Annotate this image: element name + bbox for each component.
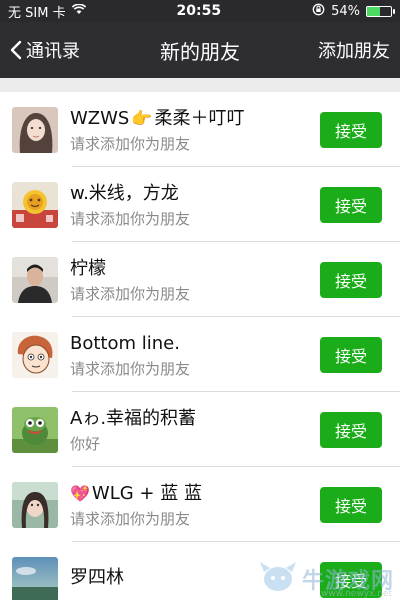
- list-item[interactable]: WZWS 👉 柔柔＋叮叮 请求添加你为朋友 接受: [0, 92, 400, 167]
- carrier-label: 无 SIM 卡: [8, 5, 66, 21]
- battery-percent: 54%: [331, 3, 360, 19]
- avatar: [12, 481, 58, 528]
- screen: 无 SIM 卡 20:55 54% 通讯录 新的朋友 添加朋友 WZWS 👉 柔…: [0, 0, 400, 600]
- contact-name: Aゎ.幸福的积蓄: [70, 407, 197, 429]
- list-item[interactable]: 柠檬 请求添加你为朋友 接受: [0, 242, 400, 317]
- list-item[interactable]: 罗四林 接受: [0, 542, 400, 600]
- contact-name: WZWS 👉 柔柔＋叮叮: [70, 107, 320, 131]
- nav-bar: 通讯录 新的朋友 添加朋友: [0, 22, 400, 78]
- status-bar: 无 SIM 卡 20:55 54%: [0, 0, 400, 22]
- request-message: 请求添加你为朋友: [70, 134, 191, 153]
- contact-name: 柠檬: [70, 257, 106, 279]
- add-friend-button[interactable]: 添加朋友: [318, 37, 390, 63]
- battery-level: [367, 6, 380, 16]
- back-label: 通讯录: [26, 41, 80, 62]
- accept-button[interactable]: 接受: [320, 411, 382, 448]
- contact-name: 罗四林: [70, 566, 124, 588]
- contact-name-part: 柔柔＋叮叮: [154, 107, 245, 129]
- contact-name-part: WLG + 蓝 蓝: [91, 482, 202, 504]
- accept-button[interactable]: 接受: [320, 186, 382, 223]
- rotation-lock-icon: [312, 3, 325, 20]
- friend-request-list: WZWS 👉 柔柔＋叮叮 请求添加你为朋友 接受 w.米线，方龙 请求添加你为朋…: [0, 92, 400, 600]
- list-item[interactable]: w.米线，方龙 请求添加你为朋友 接受: [0, 167, 400, 242]
- accept-button[interactable]: 接受: [320, 111, 382, 148]
- clock: 20:55: [176, 3, 222, 19]
- accept-button[interactable]: 接受: [320, 486, 382, 523]
- accept-button[interactable]: 接受: [320, 261, 382, 298]
- avatar: [12, 181, 58, 228]
- request-message: 请求添加你为朋友: [70, 284, 191, 303]
- request-message: 请求添加你为朋友: [70, 359, 191, 378]
- accept-button[interactable]: 接受: [320, 336, 382, 373]
- request-message: 你好: [70, 434, 101, 453]
- avatar: [12, 331, 58, 378]
- request-message: 请求添加你为朋友: [70, 509, 191, 528]
- sparkling-heart-icon: 💖: [70, 483, 90, 503]
- accept-button[interactable]: 接受: [320, 561, 382, 598]
- request-message: 请求添加你为朋友: [70, 209, 191, 228]
- contact-name: Bottom line.: [70, 332, 180, 354]
- avatar: [12, 406, 58, 453]
- list-item[interactable]: 💖 WLG + 蓝 蓝 请求添加你为朋友 接受: [0, 467, 400, 542]
- avatar: [12, 556, 58, 600]
- chevron-left-icon: [10, 40, 22, 60]
- contact-name: 💖 WLG + 蓝 蓝: [70, 482, 320, 506]
- list-item[interactable]: Aゎ.幸福的积蓄 你好 接受: [0, 392, 400, 467]
- wifi-icon: [71, 3, 86, 19]
- pointing-hand-icon: 👉: [131, 108, 153, 129]
- back-button[interactable]: 通讯录: [10, 37, 80, 63]
- battery-icon: [366, 5, 395, 17]
- list-item[interactable]: Bottom line. 请求添加你为朋友 接受: [0, 317, 400, 392]
- contact-name: w.米线，方龙: [70, 182, 179, 204]
- contact-name-part: WZWS: [70, 107, 130, 129]
- avatar: [12, 106, 58, 153]
- avatar: [12, 256, 58, 303]
